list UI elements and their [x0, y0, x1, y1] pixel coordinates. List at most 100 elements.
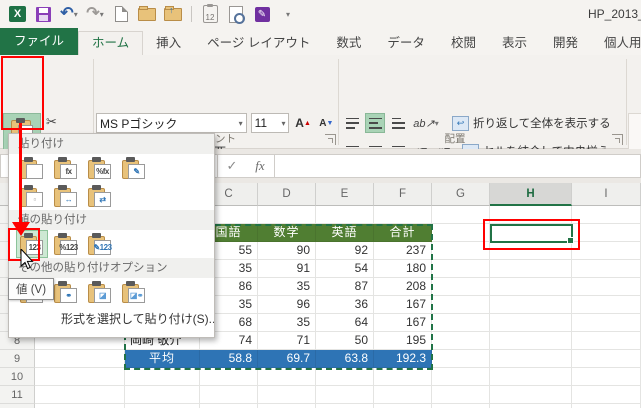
paste-keep-column-widths-button[interactable]: ↔: [51, 183, 81, 209]
cell-F10[interactable]: [374, 368, 432, 386]
column-header-H[interactable]: H: [490, 183, 572, 206]
cell-E11[interactable]: [316, 386, 374, 404]
tab-7[interactable]: 表示: [489, 31, 540, 55]
tab-0[interactable]: ファイル: [0, 28, 79, 55]
paste-transpose-button[interactable]: ⇄: [85, 183, 115, 209]
column-header-D[interactable]: D: [258, 183, 316, 206]
column-header-G[interactable]: G: [432, 183, 490, 206]
cell-E1[interactable]: [316, 206, 374, 224]
paste-values-number-formats-button[interactable]: %123: [51, 231, 81, 257]
cell-E6[interactable]: 36: [316, 296, 374, 314]
cell-F6[interactable]: 167: [374, 296, 432, 314]
orientation-button[interactable]: ab↗ ▾: [411, 113, 441, 133]
redo-button[interactable]: ↷ ▾: [84, 3, 106, 25]
cell-G4[interactable]: [432, 260, 490, 278]
tab-1[interactable]: ホーム: [78, 31, 144, 55]
undo-button[interactable]: ↶ ▾: [58, 3, 80, 25]
cell-C10[interactable]: [200, 368, 258, 386]
cell-G6[interactable]: [432, 296, 490, 314]
paste-values-button[interactable]: 123: [16, 230, 48, 258]
cell-G12[interactable]: [432, 404, 490, 408]
cell-A10[interactable]: [35, 368, 125, 386]
cell-I4[interactable]: [572, 260, 641, 278]
align-top-button[interactable]: [342, 113, 362, 133]
paste-special-menu-item[interactable]: 形式を選択して貼り付け(S)...: [9, 306, 214, 332]
cell-H4[interactable]: [490, 260, 572, 278]
tab-5[interactable]: データ: [374, 31, 438, 55]
cell-G10[interactable]: [432, 368, 490, 386]
cell-B12[interactable]: [125, 404, 200, 408]
cell-H10[interactable]: [490, 368, 572, 386]
cell-E9[interactable]: 63.8: [316, 350, 374, 368]
cell-H8[interactable]: [490, 332, 572, 350]
fill-handle[interactable]: [567, 237, 574, 244]
cell-D12[interactable]: [258, 404, 316, 408]
cell-F9[interactable]: 192.3: [374, 350, 432, 368]
cell-C12[interactable]: [200, 404, 258, 408]
cell-F7[interactable]: 167: [374, 314, 432, 332]
save-button[interactable]: [32, 3, 54, 25]
cell-A12[interactable]: [35, 404, 125, 408]
cell-E7[interactable]: 64: [316, 314, 374, 332]
close-folder-button[interactable]: [162, 3, 184, 25]
cell-G7[interactable]: [432, 314, 490, 332]
font-name-combo[interactable]: MS Pゴシック ▾: [96, 113, 247, 133]
cell-B11[interactable]: [125, 386, 200, 404]
cell-F12[interactable]: [374, 404, 432, 408]
active-cell-H2[interactable]: [490, 224, 574, 244]
row-header-9[interactable]: 9: [0, 350, 35, 368]
paste-formulas-number-formats-button[interactable]: %fx: [85, 155, 115, 181]
cell-I10[interactable]: [572, 368, 641, 386]
tab-3[interactable]: ページ レイアウト: [194, 31, 323, 55]
cell-C9[interactable]: 58.8: [200, 350, 258, 368]
cell-I12[interactable]: [572, 404, 641, 408]
cell-B9[interactable]: 平均: [125, 350, 200, 368]
cell-I6[interactable]: [572, 296, 641, 314]
cell-H12[interactable]: [490, 404, 572, 408]
cell-B10[interactable]: [125, 368, 200, 386]
cell-F1[interactable]: [374, 206, 432, 224]
cell-G8[interactable]: [432, 332, 490, 350]
cell-I7[interactable]: [572, 314, 641, 332]
paste-values-source-formatting-button[interactable]: ✎123: [85, 231, 115, 257]
cell-F4[interactable]: 180: [374, 260, 432, 278]
cell-G9[interactable]: [432, 350, 490, 368]
paste-preview-button[interactable]: 12: [199, 3, 221, 25]
cell-A9[interactable]: [35, 350, 125, 368]
paste-formulas-button[interactable]: fx: [51, 155, 81, 181]
column-header-E[interactable]: E: [316, 183, 374, 206]
shrink-font-button[interactable]: A ▼: [317, 113, 336, 133]
paste-link-button[interactable]: ⚭: [51, 279, 81, 305]
wrap-text-button[interactable]: ↩ 折り返して全体を表示する: [452, 115, 611, 131]
tab-6[interactable]: 校閲: [438, 31, 489, 55]
cell-E5[interactable]: 87: [316, 278, 374, 296]
quick-edit-button[interactable]: ✎: [251, 3, 273, 25]
tab-2[interactable]: 挿入: [143, 31, 194, 55]
cell-G11[interactable]: [432, 386, 490, 404]
row-header-10[interactable]: 10: [0, 368, 35, 386]
cell-E12[interactable]: [316, 404, 374, 408]
cell-D5[interactable]: 35: [258, 278, 316, 296]
enter-button[interactable]: ✓: [218, 154, 246, 178]
row-header-12[interactable]: 12: [0, 404, 35, 408]
cut-button[interactable]: ✂: [46, 113, 90, 131]
cell-E2[interactable]: 英語: [316, 224, 374, 242]
new-file-button[interactable]: [110, 3, 132, 25]
cell-H1[interactable]: [490, 206, 572, 224]
cell-H11[interactable]: [490, 386, 572, 404]
cell-F5[interactable]: 208: [374, 278, 432, 296]
cell-F3[interactable]: 237: [374, 242, 432, 260]
cell-E3[interactable]: 92: [316, 242, 374, 260]
cell-E8[interactable]: 50: [316, 332, 374, 350]
cell-I11[interactable]: [572, 386, 641, 404]
cell-E4[interactable]: 54: [316, 260, 374, 278]
cell-E10[interactable]: [316, 368, 374, 386]
paste-linked-picture-button[interactable]: ◪⚭: [119, 279, 149, 305]
cell-D4[interactable]: 91: [258, 260, 316, 278]
cell-F11[interactable]: [374, 386, 432, 404]
align-middle-button[interactable]: [365, 113, 385, 133]
cell-G3[interactable]: [432, 242, 490, 260]
cell-I1[interactable]: [572, 206, 641, 224]
alignment-dialog-launcher[interactable]: [612, 134, 623, 145]
cell-D8[interactable]: 71: [258, 332, 316, 350]
